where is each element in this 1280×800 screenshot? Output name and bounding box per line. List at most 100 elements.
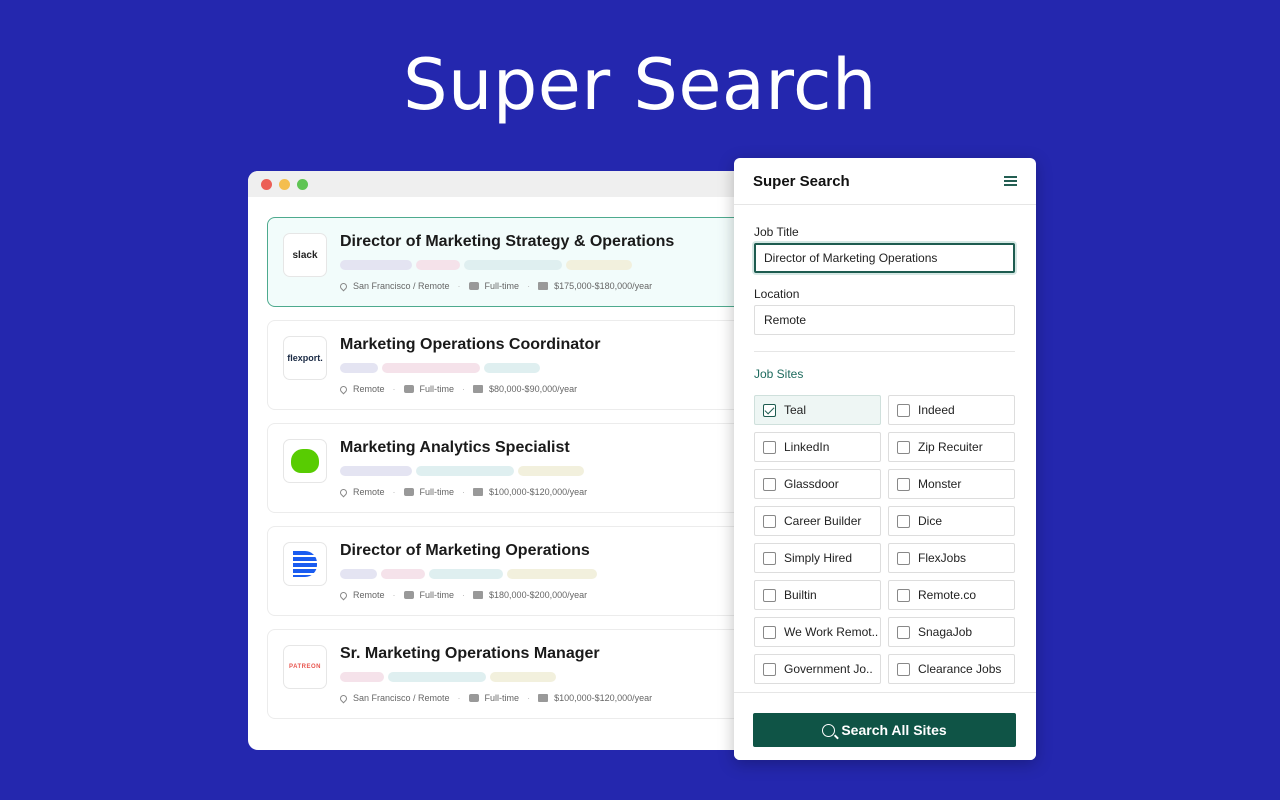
checkbox-icon[interactable] [897,551,910,565]
checkbox-icon[interactable] [897,588,910,602]
job-tags [340,260,632,270]
job-location: Remote [353,590,385,600]
separator: · [462,590,466,600]
close-window-dot[interactable] [261,178,272,190]
job-card[interactable]: duolingo Marketing Analytics Specialist Re… [267,423,768,513]
job-site-option[interactable]: Career Builder [754,506,881,536]
job-site-label: Glassdoor [784,477,839,491]
tag-placeholder [507,569,597,579]
company-logo-text: slack [292,249,318,261]
job-title[interactable]: Director of Marketing Operations [340,542,590,560]
tag-placeholder [429,569,503,579]
job-site-label: Career Builder [784,514,862,528]
job-site-label: Dice [918,514,943,528]
divider [754,351,1015,352]
checkbox-icon[interactable] [763,477,776,491]
job-title[interactable]: Marketing Operations Coordinator [340,336,600,354]
job-tags [340,672,556,682]
job-type: Full-time [484,281,520,291]
wallet-icon [473,591,484,599]
separator: · [527,281,531,291]
job-site-label: Remote.co [918,588,977,602]
company-logo-text: duolingo [291,449,319,473]
separator: · [392,384,396,394]
location-pin-icon [338,281,349,291]
job-site-option[interactable]: Teal [754,395,881,425]
job-title[interactable]: Sr. Marketing Operations Manager [340,645,600,663]
tag-placeholder [566,260,632,270]
briefcase-icon [468,282,479,290]
wallet-icon [473,488,484,496]
job-site-option[interactable]: We Work Remot.. [754,617,881,647]
checkbox-icon[interactable] [897,625,910,639]
job-site-option[interactable]: Indeed [888,395,1015,425]
job-location: San Francisco / Remote [353,281,450,291]
job-card[interactable]: PATREON Sr. Marketing Operations Manager S… [267,629,768,719]
checkbox-icon[interactable] [897,514,910,528]
checkbox-icon[interactable] [897,477,910,491]
job-site-option[interactable]: Clearance Jobs [888,654,1015,684]
job-site-option[interactable]: Remote.co [888,580,1015,610]
job-site-option[interactable]: Government Jo.. [754,654,881,684]
job-site-option[interactable]: Simply Hired [754,543,881,573]
checkbox-icon[interactable] [763,662,776,676]
company-logo: duolingo [283,439,327,483]
job-type: Full-time [484,693,520,703]
location-pin-icon [338,487,349,497]
panel-footer: Search All Sites [734,692,1036,760]
maximize-window-dot[interactable] [297,178,308,190]
job-location: Remote [353,384,385,394]
tag-placeholder [416,466,514,476]
job-title-input[interactable] [754,243,1015,273]
search-all-sites-button[interactable]: Search All Sites [753,713,1016,747]
hamburger-menu-icon[interactable] [1004,176,1017,186]
job-site-option[interactable]: Dice [888,506,1015,536]
location-pin-icon [338,693,349,703]
job-meta: San Francisco / Remote · Full-time · $175,00… [338,281,652,291]
tag-placeholder [382,363,480,373]
checkbox-icon[interactable] [897,403,910,417]
job-type: Full-time [419,487,455,497]
job-site-option[interactable]: FlexJobs [888,543,1015,573]
checkbox-icon[interactable] [763,514,776,528]
location-pin-icon [338,590,349,600]
job-site-label: Zip Recuiter [918,440,983,454]
job-tags [340,363,540,373]
tag-placeholder [518,466,584,476]
job-salary: $100,000-$120,000/year [489,487,588,497]
checkbox-icon[interactable] [763,551,776,565]
job-card[interactable]: deel Director of Marketing Operations Remo… [267,526,768,616]
panel-header: Super Search [734,158,1036,205]
location-input[interactable] [754,305,1015,335]
browser-titlebar [248,171,768,197]
checkbox-icon[interactable] [897,662,910,676]
job-title[interactable]: Director of Marketing Strategy & Operati… [340,233,674,251]
job-site-option[interactable]: Builtin [754,580,881,610]
checkbox-icon[interactable] [763,588,776,602]
separator: · [457,281,461,291]
tag-placeholder [381,569,425,579]
job-site-option[interactable]: Zip Recuiter [888,432,1015,462]
job-site-option[interactable]: LinkedIn [754,432,881,462]
briefcase-icon [403,385,414,393]
job-site-option[interactable]: SnagaJob [888,617,1015,647]
job-card[interactable]: flexport. Marketing Operations Coordinato… [267,320,768,410]
job-card[interactable]: slack Director of Marketing Strategy & Op… [267,217,768,307]
job-site-option[interactable]: Monster [888,469,1015,499]
job-meta: Remote · Full-time · $180,000-$200,000/year [338,590,587,600]
separator: · [392,590,396,600]
tag-placeholder [340,672,384,682]
checkbox-checked-icon[interactable] [763,403,776,417]
minimize-window-dot[interactable] [279,178,290,190]
job-tags [340,569,597,579]
search-icon [822,723,836,737]
location-pin-icon [338,384,349,394]
job-site-label: FlexJobs [918,551,967,565]
checkbox-icon[interactable] [763,440,776,454]
checkbox-icon[interactable] [897,440,910,454]
tag-placeholder [340,466,412,476]
checkbox-icon[interactable] [763,625,776,639]
job-site-option[interactable]: Glassdoor [754,469,881,499]
job-title[interactable]: Marketing Analytics Specialist [340,439,570,457]
job-meta: San Francisco / Remote · Full-time · $100,00… [338,693,652,703]
